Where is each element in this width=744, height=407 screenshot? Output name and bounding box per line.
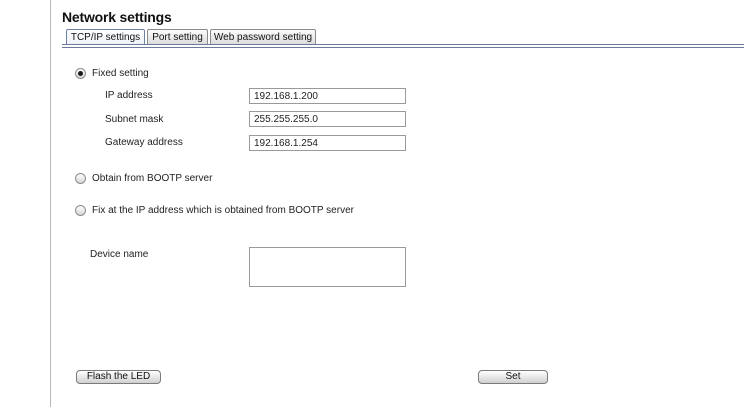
- tab-port-setting[interactable]: Port setting: [147, 29, 208, 44]
- gateway-address-label: Gateway address: [105, 137, 183, 148]
- tab-divider: [62, 47, 744, 48]
- subnet-mask-field[interactable]: [249, 111, 406, 127]
- tab-web-password-setting[interactable]: Web password setting: [210, 29, 316, 44]
- fixed-setting-radio[interactable]: [75, 68, 86, 79]
- gateway-address-field[interactable]: [249, 135, 406, 151]
- bootp-fix-radio[interactable]: [75, 205, 86, 216]
- device-name-field[interactable]: [249, 247, 406, 287]
- bootp-fix-label: Fix at the IP address which is obtained …: [92, 205, 354, 216]
- tab-divider: [62, 44, 744, 45]
- fixed-setting-label: Fixed setting: [92, 68, 149, 79]
- set-button[interactable]: Set: [478, 370, 548, 384]
- subnet-mask-label: Subnet mask: [105, 114, 164, 125]
- settings-panel: [50, 0, 744, 407]
- radio-selected-dot: [78, 71, 83, 76]
- page-title: Network settings: [62, 9, 172, 25]
- tab-tcpip-settings[interactable]: TCP/IP settings: [66, 29, 145, 44]
- device-name-label: Device name: [90, 249, 149, 260]
- bootp-radio[interactable]: [75, 173, 86, 184]
- flash-led-button[interactable]: Flash the LED: [76, 370, 161, 384]
- bootp-label: Obtain from BOOTP server: [92, 173, 213, 184]
- ip-address-field[interactable]: [249, 88, 406, 104]
- ip-address-label: IP address: [105, 90, 153, 101]
